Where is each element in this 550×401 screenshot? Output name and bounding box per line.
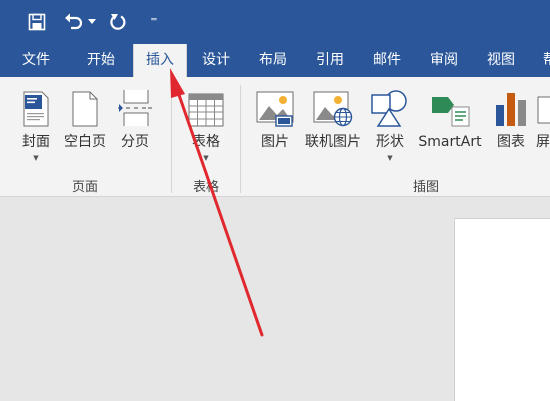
- red-arrow-pointer: [170, 68, 264, 337]
